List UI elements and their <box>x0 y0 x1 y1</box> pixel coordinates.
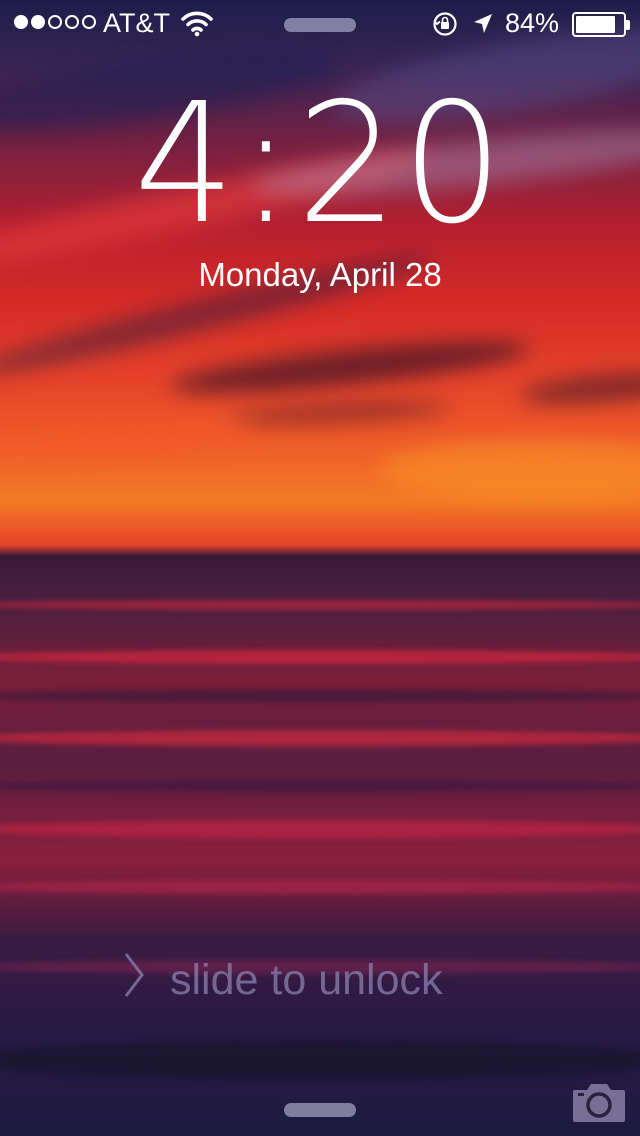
signal-strength-icon <box>14 15 96 29</box>
lock-screen-clock: 4:20 <box>0 82 640 248</box>
battery-level-fill <box>576 16 615 33</box>
control-center-grabber[interactable] <box>284 1103 356 1117</box>
lock-screen-date: Monday, April 28 <box>198 256 442 293</box>
carrier-name: AT&T <box>103 8 170 38</box>
battery-percentage: 84% <box>505 8 560 38</box>
slide-to-unlock[interactable]: slide to unlock <box>120 950 520 1010</box>
chevron-right-icon <box>120 950 148 1011</box>
wifi-icon <box>180 9 214 44</box>
location-arrow-icon <box>472 12 494 43</box>
clock-time: 4:20 <box>133 68 507 261</box>
notification-center-grabber[interactable] <box>284 18 356 32</box>
battery-icon <box>572 12 626 37</box>
status-bar: AT&T 84% <box>0 0 640 48</box>
rotation-lock-icon <box>432 11 458 44</box>
unlock-label: slide to unlock <box>170 955 443 1004</box>
camera-icon[interactable] <box>571 1080 627 1124</box>
